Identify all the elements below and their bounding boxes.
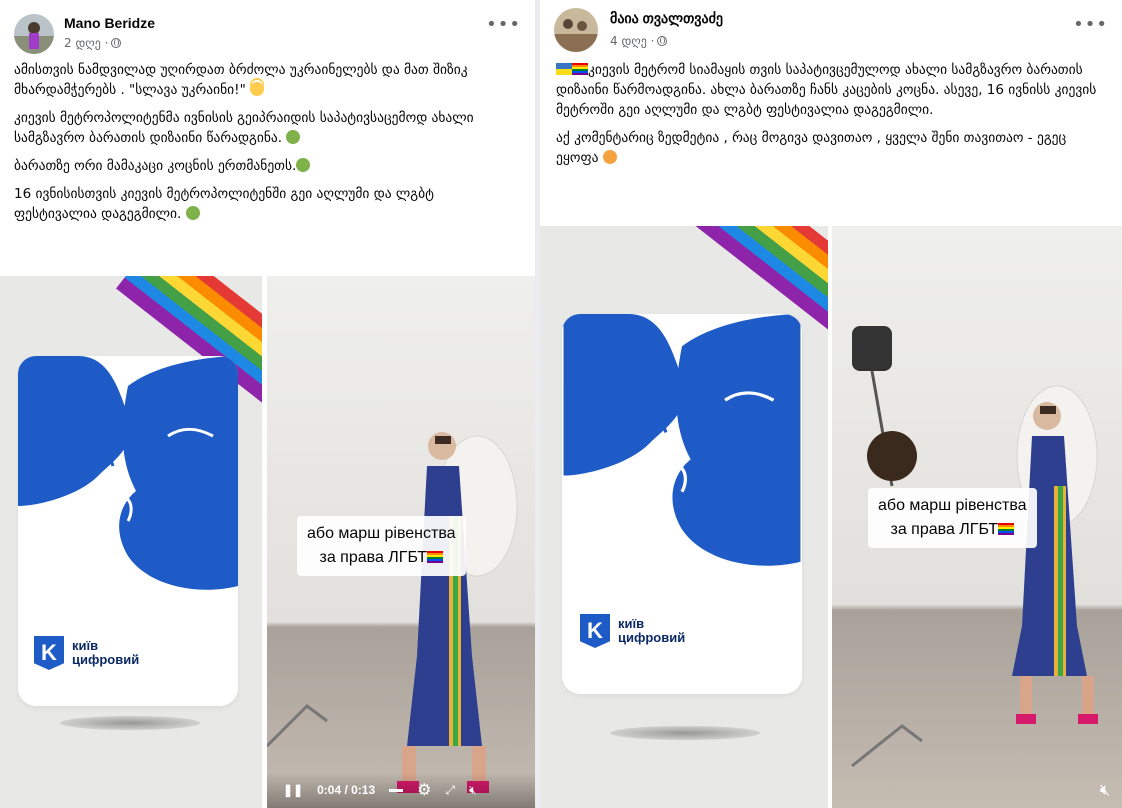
globe-icon [657,36,668,46]
author-name[interactable]: მაია თვალთვაძე [610,10,723,27]
angry-emoji-icon [602,150,617,164]
author-name[interactable]: Mano Beridze [64,15,155,31]
metro-card-image[interactable]: K київ цифровий [0,276,262,808]
post-paragraph: ამისთვის ნამდვილად უღირდათ ბრძოლა უკრაინ… [14,62,468,98]
video-caption: або марш рівенства за права ЛГБТ [297,516,466,576]
post-mano-beridze: Mano Beridze 2 დღე · ••• ამისთვის ნამდვი… [0,0,535,808]
kyiv-logo-icon: K [34,636,64,670]
post-paragraph: კიევის მეტროპოლიტენმა ივნისის გეიპრაიდის… [14,110,474,146]
post-header: მაია თვალთვაძე 4 დღე · ••• [540,0,1122,60]
muted-volume-icon[interactable]: 🔇︎ [1100,780,1110,800]
kyiv-digital-logo: K київ цифровий [34,636,139,670]
post-header: Mano Beridze 2 დღე · ••• [0,0,535,60]
ukraine-flag-icon [556,63,572,75]
post-paragraph: კიევის მეტრომ სიამაყის თვის საპატივცემულ… [556,62,1097,118]
kyiv-digital-logo: K київ цифровий [580,614,685,648]
video-controls: ❚❚ 0:04 / 0:13 ⚙ ⤢ 🔇︎ [267,772,535,808]
progress-bar[interactable] [389,788,404,792]
post-paragraph: ბარათზე ორი მამაკაცი კოცნის ერთმანეთს. [14,156,521,176]
post-meta: 4 დღე · [610,34,668,48]
post-text: კიევის მეტრომ სიამაყის თვის საპატივცემულ… [540,60,1122,168]
kissing-men-illustration [18,356,238,590]
card-shadow [610,726,760,740]
post-maia-tvaltvadze: მაია თვალთვაძე 4 დღე · ••• კიევის მეტრომ… [540,0,1122,808]
post-media[interactable]: K київ цифровий або марш рівенства за пр… [540,226,1122,808]
nauseated-emoji-icon [286,130,301,144]
globe-icon [111,38,122,48]
kyiv-logo-icon: K [580,614,610,648]
video-player[interactable]: або марш рівенства за права ЛГБТ ❚❚ 0:04… [267,276,535,808]
post-time[interactable]: 4 დღე · [610,34,654,48]
more-options-icon[interactable]: ••• [486,16,521,34]
muted-volume-icon[interactable]: 🔇︎ [469,783,477,798]
avatar[interactable] [554,8,598,52]
nauseated-emoji-icon [185,206,200,220]
kissing-men-illustration [563,314,801,566]
post-paragraph: აქ კომენტარიც ზედმეტია , რაც მოგივა დავი… [556,130,1067,166]
pause-icon[interactable]: ❚❚ [283,783,303,797]
post-time[interactable]: 2 დღე · [64,36,108,50]
fullscreen-icon[interactable]: ⤢ [446,783,456,798]
post-media[interactable]: K київ цифровий або марш рівенства за пр… [0,276,535,808]
rainbow-flag-icon [998,523,1015,535]
card-shadow [60,716,200,730]
gear-icon[interactable]: ⚙ [417,780,431,800]
nauseated-emoji-icon [296,158,311,172]
rainbow-flag-icon [427,551,444,563]
post-paragraph: 16 ივნისისთვის კიევის მეტროპოლიტენში გეი… [14,186,434,222]
video-player[interactable]: або марш рівенства за права ЛГБТ 🔇︎ [832,226,1122,808]
metro-card: K київ цифровий [562,314,802,694]
video-time: 0:04 / 0:13 [317,783,376,797]
post-meta: 2 დღე · [64,36,122,50]
more-options-icon[interactable]: ••• [1073,16,1108,34]
smiling-halo-emoji-icon [250,82,265,96]
metro-card: K київ цифровий [18,356,238,706]
metro-card-image[interactable]: K київ цифровий [540,226,828,808]
rainbow-flag-icon [572,63,588,75]
video-caption: або марш рівенства за права ЛГБТ [868,488,1037,548]
post-text: ამისთვის ნამდვილად უღირდათ ბრძოლა უკრაინ… [0,60,535,224]
avatar[interactable] [14,14,54,54]
